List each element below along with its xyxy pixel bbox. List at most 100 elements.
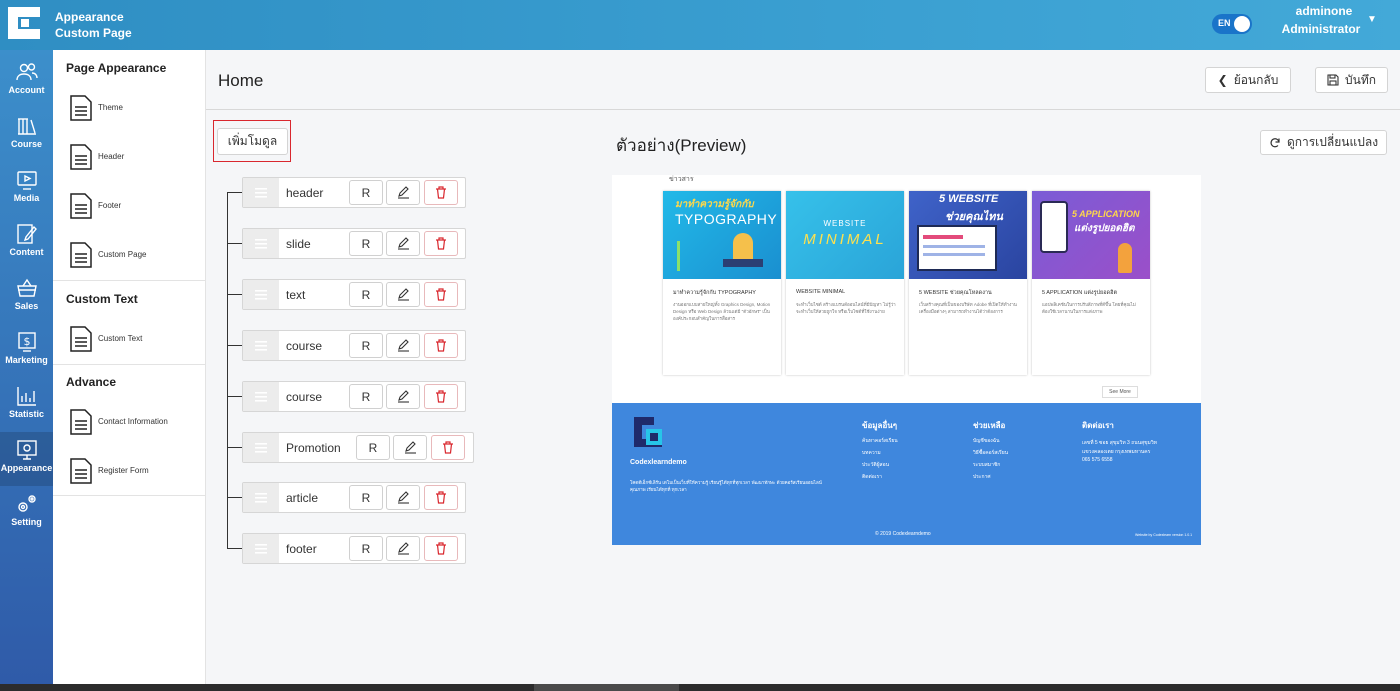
nav-setting[interactable]: Setting: [0, 486, 53, 540]
app-logo-icon[interactable]: [6, 5, 42, 41]
svg-text:$: $: [23, 335, 30, 348]
nav-marketing[interactable]: $ Marketing: [0, 324, 53, 378]
nav-media[interactable]: Media: [0, 162, 53, 216]
user-name[interactable]: adminone: [1284, 4, 1364, 18]
footer-link[interactable]: ติดต่อเรา: [862, 473, 882, 481]
panel-item-label: Theme: [98, 103, 123, 112]
module-row-course[interactable]: course R: [242, 330, 466, 361]
drag-handle-icon[interactable]: [243, 331, 279, 360]
drag-handle-icon[interactable]: [243, 229, 279, 258]
module-r-button[interactable]: R: [356, 435, 390, 460]
save-button[interactable]: บันทึก: [1315, 67, 1388, 93]
nav-sales[interactable]: Sales: [0, 270, 53, 324]
back-button[interactable]: ❮ ย้อนกลับ: [1205, 67, 1291, 93]
panel-item-label: Contact Information: [98, 417, 168, 426]
module-delete-button[interactable]: [424, 333, 458, 358]
nav-appearance[interactable]: Appearance: [0, 432, 53, 486]
module-r-button[interactable]: R: [349, 231, 383, 256]
menu-lines-icon: [255, 238, 267, 249]
module-edit-button[interactable]: [386, 282, 420, 307]
footer-link[interactable]: ระบบสมาชิก: [973, 461, 1000, 469]
nav-content[interactable]: Content: [0, 216, 53, 270]
footer-link[interactable]: ค้นหาคอร์สเรียน: [862, 437, 898, 445]
module-row-promotion[interactable]: Promotion R: [242, 432, 474, 463]
refresh-preview-button[interactable]: ดูการเปลี่ยนแปลง: [1260, 130, 1387, 155]
section-title-page-appearance: Page Appearance: [66, 61, 167, 75]
module-edit-button[interactable]: [386, 536, 420, 561]
r-label: R: [368, 440, 378, 455]
module-edit-button[interactable]: [386, 333, 420, 358]
nav-course[interactable]: Course: [0, 108, 53, 162]
module-delete-button[interactable]: [424, 485, 458, 510]
module-r-button[interactable]: R: [349, 180, 383, 205]
panel-item-label: Register Form: [98, 466, 149, 475]
user-role[interactable]: Administrator: [1276, 22, 1366, 36]
drag-handle-icon[interactable]: [243, 433, 279, 462]
footer-copyright: © 2019 Codexlearndemo: [875, 531, 931, 537]
nav-account[interactable]: Account: [0, 54, 53, 108]
module-r-button[interactable]: R: [349, 384, 383, 409]
drag-handle-icon[interactable]: [243, 178, 279, 207]
r-label: R: [361, 338, 371, 353]
section-divider: [53, 495, 206, 496]
module-edit-button[interactable]: [386, 384, 420, 409]
chevron-down-icon[interactable]: ▼: [1367, 14, 1377, 25]
module-name: footer: [286, 542, 317, 556]
drag-handle-icon[interactable]: [243, 280, 279, 309]
image-caption-bottom: TYPOGRAPHY: [675, 211, 778, 227]
module-row-header[interactable]: header R: [242, 177, 466, 208]
language-toggle[interactable]: EN: [1212, 14, 1252, 34]
see-more-button[interactable]: See More: [1102, 386, 1138, 398]
settings-panel: Page Appearance Theme Header Footer Cust…: [53, 50, 206, 691]
article-card[interactable]: 5 APPLICATION แต่งรูปยอดฮิต 5 APPLICATIO…: [1032, 191, 1150, 375]
module-edit-button[interactable]: [393, 435, 427, 460]
footer-link[interactable]: บัญชีของฉัน: [973, 437, 1000, 445]
footer-contact-line: 065 575 6558: [1082, 457, 1113, 463]
trash-icon: [436, 186, 446, 199]
footer-link[interactable]: บทความ: [862, 449, 881, 457]
module-row-footer[interactable]: footer R: [242, 533, 466, 564]
module-edit-button[interactable]: [386, 180, 420, 205]
module-delete-button[interactable]: [431, 435, 465, 460]
module-r-button[interactable]: R: [349, 333, 383, 358]
illustration-line-icon: [923, 245, 985, 248]
section-divider: [53, 280, 206, 281]
module-delete-button[interactable]: [424, 384, 458, 409]
module-delete-button[interactable]: [424, 536, 458, 561]
module-r-button[interactable]: R: [349, 282, 383, 307]
drag-handle-icon[interactable]: [243, 534, 279, 563]
tree-connector: [227, 497, 243, 498]
menu-lines-icon: [255, 289, 267, 300]
add-module-button[interactable]: เพิ่มโมดูล: [217, 128, 288, 155]
footer-link[interactable]: ประวัติผู้สอน: [862, 461, 889, 469]
module-r-button[interactable]: R: [349, 536, 383, 561]
article-card[interactable]: WEBSITE MINIMAL WEBSITE MINIMAL จะทำเว็บ…: [786, 191, 904, 375]
article-card[interactable]: 5 WEBSITE ช่วยคุณไทน 5 WEBSITE ช่วยคุณโห…: [909, 191, 1027, 375]
module-r-button[interactable]: R: [349, 485, 383, 510]
module-row-slide[interactable]: slide R: [242, 228, 466, 259]
tree-line: [227, 192, 228, 549]
drag-handle-icon[interactable]: [243, 382, 279, 411]
module-row-article[interactable]: article R: [242, 482, 466, 513]
module-row-text[interactable]: text R: [242, 279, 466, 310]
article-card[interactable]: มาทำความรู้จักกับ TYPOGRAPHY มาทำความรู้…: [663, 191, 781, 375]
footer-link[interactable]: ประกาศ: [973, 473, 991, 481]
panel-item-label: Custom Text: [98, 334, 143, 343]
module-delete-button[interactable]: [424, 231, 458, 256]
section-title-advance: Advance: [66, 375, 117, 389]
module-delete-button[interactable]: [424, 180, 458, 205]
module-row-course[interactable]: course R: [242, 381, 466, 412]
section-title-custom-text: Custom Text: [66, 292, 138, 306]
nav-statistic[interactable]: Statistic: [0, 378, 53, 432]
module-edit-button[interactable]: [386, 231, 420, 256]
pencil-icon: [397, 390, 409, 403]
document-icon: [70, 144, 92, 170]
footer-link[interactable]: วิธีซื้อคอร์สเรียน: [973, 449, 1008, 457]
taskbar-strip: [0, 684, 1400, 691]
module-edit-button[interactable]: [386, 485, 420, 510]
refresh-label: ดูการเปลี่ยนแปลง: [1286, 135, 1379, 149]
nav-label: Course: [10, 139, 42, 149]
module-delete-button[interactable]: [424, 282, 458, 307]
image-caption-top: มาทำความรู้จักกับ: [675, 199, 754, 210]
drag-handle-icon[interactable]: [243, 483, 279, 512]
